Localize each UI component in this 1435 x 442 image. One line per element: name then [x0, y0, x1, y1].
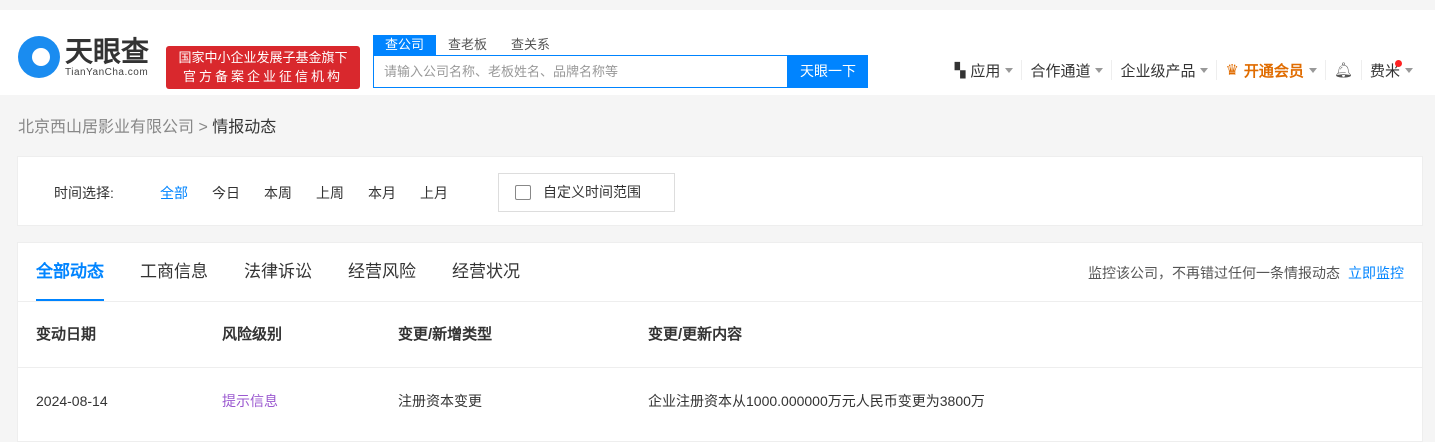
user-menu[interactable]: 费米	[1362, 60, 1421, 80]
grid-icon: ▚	[954, 61, 966, 78]
table-header: 变动日期 风险级别 变更/新增类型 变更/更新内容	[18, 302, 1422, 368]
time-option-last-month[interactable]: 上月	[420, 183, 448, 203]
time-option-this-week[interactable]: 本周	[264, 183, 292, 203]
nav-channel[interactable]: 合作通道	[1022, 60, 1113, 80]
breadcrumb-current: 情报动态	[212, 119, 277, 136]
tab-legal[interactable]: 法律诉讼	[244, 243, 312, 301]
header-risk: 风险级别	[222, 326, 283, 343]
monitor-link[interactable]: 立即监控	[1348, 265, 1404, 281]
nav-enterprise[interactable]: 企业级产品	[1112, 60, 1218, 80]
calendar-icon	[515, 185, 531, 200]
tab-operation[interactable]: 经营状况	[452, 243, 520, 301]
time-option-last-week[interactable]: 上周	[316, 183, 344, 203]
crown-icon: ♛	[1225, 62, 1239, 79]
row-date: 2024-08-14	[36, 393, 108, 409]
row-type: 注册资本变更	[398, 393, 482, 409]
custom-range-button[interactable]: 自定义时间范围	[498, 173, 675, 212]
time-filter-panel: 时间选择: 全部 今日 本周 上周 本月 上月 自定义时间范围	[17, 156, 1423, 226]
header-date: 变动日期	[36, 326, 97, 343]
unread-dot	[1395, 60, 1402, 67]
monitor-bar: 监控该公司，不再错过任何一条情报动态 立即监控	[1088, 263, 1404, 283]
tab-all[interactable]: 全部动态	[36, 243, 104, 301]
breadcrumb: 北京西山居影业有限公司 > 情报动态	[18, 113, 276, 137]
top-header: 天眼查 TianYanCha.com 国家中小企业发展子基金旗下 官方备案企业征信机…	[0, 0, 1435, 95]
time-option-this-month[interactable]: 本月	[368, 183, 396, 203]
tab-risk[interactable]: 经营风险	[348, 243, 416, 301]
time-option-all[interactable]: 全部	[160, 183, 188, 203]
promo-badge[interactable]: 国家中小企业发展子基金旗下 官方备案企业征信机构	[166, 46, 360, 89]
search-tab-company[interactable]: 查公司	[373, 35, 437, 55]
search-tab-boss[interactable]: 查老板	[436, 35, 499, 55]
header-content: 变更/更新内容	[648, 326, 743, 343]
search-button[interactable]: 天眼一下	[788, 55, 868, 88]
top-nav: ▚ 应用 合作通道 企业级产品 ♛ 开通会员 🔔︎ 费米	[947, 60, 1421, 80]
nav-channel-label: 合作通道	[1030, 62, 1091, 80]
chevron-down-icon	[1005, 68, 1014, 77]
breadcrumb-company[interactable]: 北京西山居影业有限公司	[18, 119, 194, 136]
search-tabs: 查公司 查老板 查关系	[373, 35, 562, 55]
chevron-down-icon	[1405, 68, 1413, 77]
logo[interactable]: 天眼查 TianYanCha.com	[18, 36, 149, 78]
time-option-today[interactable]: 今日	[212, 183, 240, 203]
badge-line1: 国家中小企业发展子基金旗下	[178, 50, 348, 65]
badge-line2: 官方备案企业征信机构	[182, 69, 343, 84]
nav-apps-label: 应用	[970, 62, 1001, 80]
table-row: 2024-08-14 提示信息 注册资本变更 企业注册资本从1000.00000…	[18, 368, 1422, 434]
news-panel: 全部动态 工商信息 法律诉讼 经营风险 经营状况 监控该公司，不再错过任何一条情…	[17, 242, 1423, 442]
bell-icon: 🔔︎	[1333, 62, 1353, 79]
chevron-down-icon	[1308, 68, 1317, 77]
chevron-down-icon	[1095, 68, 1104, 77]
nav-apps[interactable]: ▚ 应用	[947, 60, 1023, 80]
header-type: 变更/新增类型	[398, 326, 493, 343]
row-risk: 提示信息	[222, 393, 278, 409]
logo-domain: TianYanCha.com	[65, 66, 149, 78]
notification-bell[interactable]: 🔔︎	[1326, 60, 1362, 80]
nav-vip-label: 开通会员	[1243, 62, 1304, 80]
custom-range-label: 自定义时间范围	[543, 184, 641, 200]
nav-vip[interactable]: ♛ 开通会员	[1217, 60, 1326, 80]
monitor-text: 监控该公司，不再错过任何一条情报动态	[1088, 265, 1340, 281]
search-tab-relation[interactable]: 查关系	[499, 35, 562, 55]
search-input[interactable]: 请输入公司名称、老板姓名、品牌名称等	[373, 55, 788, 88]
time-filter-label: 时间选择:	[54, 185, 114, 201]
nav-enterprise-label: 企业级产品	[1120, 62, 1196, 80]
breadcrumb-separator: >	[198, 119, 208, 136]
logo-icon	[18, 36, 60, 78]
tab-business[interactable]: 工商信息	[140, 243, 208, 301]
chevron-down-icon	[1200, 68, 1209, 77]
logo-text: 天眼查	[65, 35, 150, 67]
row-content: 企业注册资本从1000.000000万元人民币变更为3800万	[648, 393, 985, 409]
